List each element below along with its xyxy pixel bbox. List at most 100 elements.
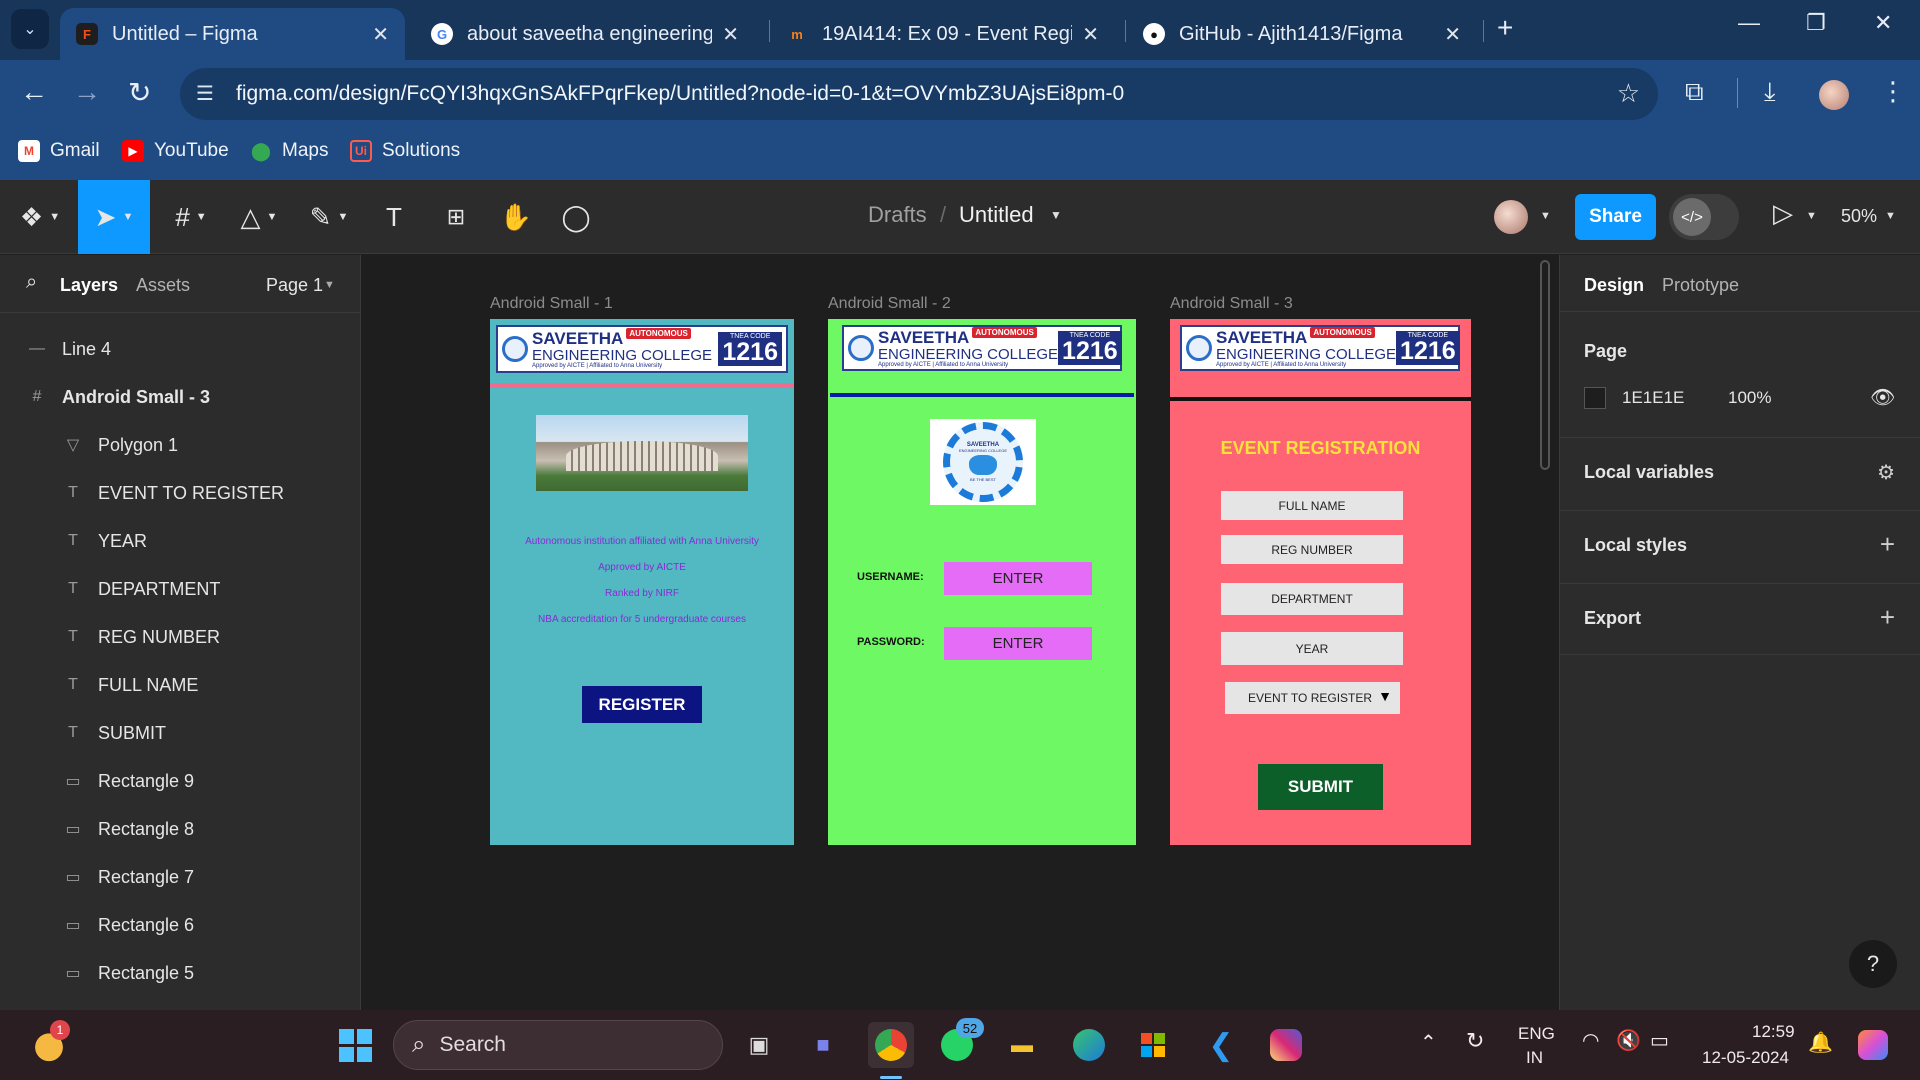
layer-item[interactable]: ▭ Rectangle 8 bbox=[0, 805, 360, 853]
page-selector[interactable]: Page 1 bbox=[266, 275, 323, 296]
submit-button[interactable]: SUBMIT bbox=[1258, 764, 1383, 810]
register-button[interactable]: REGISTER bbox=[582, 686, 702, 723]
chrome-icon[interactable] bbox=[868, 1022, 914, 1068]
layer-item[interactable]: ▭ Rectangle 5 bbox=[0, 949, 360, 997]
breadcrumb-drafts[interactable]: Drafts bbox=[868, 202, 927, 228]
search-icon[interactable]: ⌕ bbox=[26, 271, 37, 294]
forward-icon[interactable]: → bbox=[73, 76, 101, 108]
layer-item[interactable]: ▭ Rectangle 6 bbox=[0, 901, 360, 949]
layer-item[interactable]: # Android Small - 3 bbox=[0, 373, 360, 421]
username-field[interactable]: ENTER bbox=[944, 562, 1092, 595]
tab-figma[interactable]: F Untitled – Figma ✕ bbox=[60, 8, 405, 60]
file-explorer-icon[interactable]: ▬ bbox=[999, 1022, 1045, 1068]
page-opacity[interactable]: 100% bbox=[1728, 388, 1771, 408]
year-field[interactable]: YEAR bbox=[1221, 632, 1403, 665]
address-bar[interactable]: ☰ figma.com/design/FcQYI3hqxGnSAkFPqrFke… bbox=[180, 68, 1658, 120]
reload-icon[interactable]: ↻ bbox=[128, 76, 151, 109]
full-name-field[interactable]: FULL NAME bbox=[1221, 491, 1403, 520]
frame-android-small-1[interactable]: SAVEETHA AUTONOMOUS ENGINEERING COLLEGE A… bbox=[490, 319, 794, 845]
bookmark-solutions[interactable]: Ui Solutions bbox=[350, 140, 460, 162]
layer-item[interactable]: T DEPARTMENT bbox=[0, 565, 360, 613]
instagram-icon[interactable] bbox=[1263, 1022, 1309, 1068]
bookmark-gmail[interactable]: M Gmail bbox=[18, 140, 100, 162]
user-avatar[interactable] bbox=[1494, 200, 1528, 234]
frame-label[interactable]: Android Small - 2 bbox=[828, 295, 951, 313]
wifi-icon[interactable]: ◠ bbox=[1582, 1028, 1599, 1053]
layer-item[interactable]: ▭ Rectangle 9 bbox=[0, 757, 360, 805]
hand-tool-icon[interactable]: ✋ bbox=[488, 180, 544, 254]
layer-item[interactable]: ▽ Polygon 1 bbox=[0, 421, 360, 469]
visibility-eye-icon[interactable]: 👁 bbox=[1870, 385, 1895, 410]
frame-tool-icon[interactable]: # ▼ bbox=[160, 180, 222, 254]
close-tab-icon[interactable]: ✕ bbox=[372, 22, 389, 47]
notification-bell-icon[interactable]: 🔔 bbox=[1808, 1030, 1833, 1055]
add-export-icon[interactable]: + bbox=[1880, 602, 1895, 633]
main-menu-icon[interactable]: ❖ ▼ bbox=[12, 180, 68, 254]
more-menu-icon[interactable]: ⋮ bbox=[1880, 76, 1906, 107]
battery-icon[interactable]: ▭ bbox=[1650, 1028, 1669, 1053]
bookmark-star-icon[interactable]: ☆ bbox=[1617, 78, 1640, 109]
frame-android-small-3[interactable]: SAVEETHA AUTONOMOUS ENGINEERING COLLEGE A… bbox=[1170, 319, 1471, 845]
teams-icon[interactable]: ■ bbox=[800, 1022, 846, 1068]
layer-item[interactable]: ▭ Rectangle 7 bbox=[0, 853, 360, 901]
local-variables-section[interactable]: Local variables ⚙ bbox=[1560, 437, 1920, 509]
reg-number-field[interactable]: REG NUMBER bbox=[1221, 535, 1403, 564]
frame-label[interactable]: Android Small - 1 bbox=[490, 295, 613, 313]
clock-date[interactable]: 12-05-2024 bbox=[1702, 1048, 1789, 1068]
layer-item[interactable]: T EVENT TO REGISTER bbox=[0, 469, 360, 517]
edge-icon[interactable] bbox=[1066, 1022, 1112, 1068]
page-chevron-icon[interactable]: ▼ bbox=[324, 279, 335, 291]
profile-avatar[interactable] bbox=[1819, 80, 1849, 110]
present-chevron-icon[interactable]: ▼ bbox=[1806, 210, 1817, 222]
page-color-hex[interactable]: 1E1E1E bbox=[1622, 388, 1684, 408]
site-settings-icon[interactable]: ☰ bbox=[196, 81, 214, 106]
page-color-swatch[interactable] bbox=[1584, 387, 1606, 409]
tab-github[interactable]: ● GitHub - Ajith1413/Figma ✕ bbox=[1127, 8, 1477, 60]
layer-item[interactable]: T YEAR bbox=[0, 517, 360, 565]
help-icon[interactable]: ? bbox=[1849, 940, 1897, 988]
close-tab-icon[interactable]: ✕ bbox=[722, 22, 739, 47]
layer-item[interactable]: T REG NUMBER bbox=[0, 613, 360, 661]
zoom-chevron-icon[interactable]: ▼ bbox=[1885, 210, 1896, 222]
local-styles-section[interactable]: Local styles + bbox=[1560, 510, 1920, 582]
windows-start-icon[interactable] bbox=[332, 1022, 378, 1068]
layer-item[interactable]: T SUBMIT bbox=[0, 709, 360, 757]
tab-assets[interactable]: Assets bbox=[136, 275, 190, 296]
variables-settings-icon[interactable]: ⚙ bbox=[1877, 460, 1895, 485]
tab-search-icon[interactable]: ⌄ bbox=[11, 9, 49, 49]
close-tab-icon[interactable]: ✕ bbox=[1082, 22, 1099, 47]
copilot-icon[interactable] bbox=[1850, 1022, 1896, 1068]
shape-tool-icon[interactable]: △ ▼ bbox=[228, 180, 290, 254]
show-hidden-icons-icon[interactable]: ⌃ bbox=[1420, 1030, 1437, 1055]
layer-item[interactable]: — Line 4 bbox=[0, 325, 360, 373]
share-button[interactable]: Share bbox=[1575, 194, 1656, 240]
canvas-scrollbar[interactable] bbox=[1540, 260, 1550, 470]
download-icon[interactable]: ⤓ bbox=[1764, 76, 1776, 108]
file-menu-chevron-icon[interactable]: ▼ bbox=[1050, 208, 1062, 222]
dev-mode-toggle[interactable]: </> bbox=[1669, 194, 1739, 240]
tab-design[interactable]: Design bbox=[1584, 275, 1644, 296]
multiplayer-chevron-icon[interactable]: ▼ bbox=[1540, 210, 1551, 222]
close-window-icon[interactable]: ✕ bbox=[1874, 10, 1892, 36]
password-field[interactable]: ENTER bbox=[944, 627, 1092, 660]
tab-layers[interactable]: Layers bbox=[60, 275, 118, 296]
volume-muted-icon[interactable]: 🔇 bbox=[1616, 1028, 1641, 1053]
layer-item[interactable]: T FULL NAME bbox=[0, 661, 360, 709]
present-icon[interactable]: ▷ bbox=[1773, 198, 1793, 229]
department-field[interactable]: DEPARTMENT bbox=[1221, 583, 1403, 615]
design-canvas[interactable]: Android Small - 1 SAVEETHA AUTONOMOUS ENG… bbox=[362, 255, 1559, 1010]
taskbar-search[interactable]: ⌕ Search bbox=[393, 1020, 723, 1070]
resources-icon[interactable]: ⊞ bbox=[428, 180, 484, 254]
restore-icon[interactable]: ❐ bbox=[1806, 10, 1826, 36]
text-tool-icon[interactable]: T bbox=[366, 180, 422, 254]
event-dropdown[interactable]: EVENT TO REGISTER ▼ bbox=[1225, 682, 1400, 714]
bookmark-maps[interactable]: ⬤ Maps bbox=[250, 140, 329, 162]
frame-android-small-2[interactable]: SAVEETHA AUTONOMOUS ENGINEERING COLLEGE A… bbox=[828, 319, 1136, 845]
bookmark-youtube[interactable]: ▶ YouTube bbox=[122, 140, 229, 162]
pen-tool-icon[interactable]: ✎ ▼ bbox=[298, 180, 360, 254]
sync-icon[interactable]: ↻ bbox=[1466, 1028, 1484, 1054]
language-line2[interactable]: IN bbox=[1526, 1048, 1543, 1068]
vscode-icon[interactable]: ❮ bbox=[1198, 1022, 1244, 1068]
task-view-icon[interactable]: ▣ bbox=[736, 1022, 782, 1068]
tab-prototype[interactable]: Prototype bbox=[1662, 275, 1739, 296]
